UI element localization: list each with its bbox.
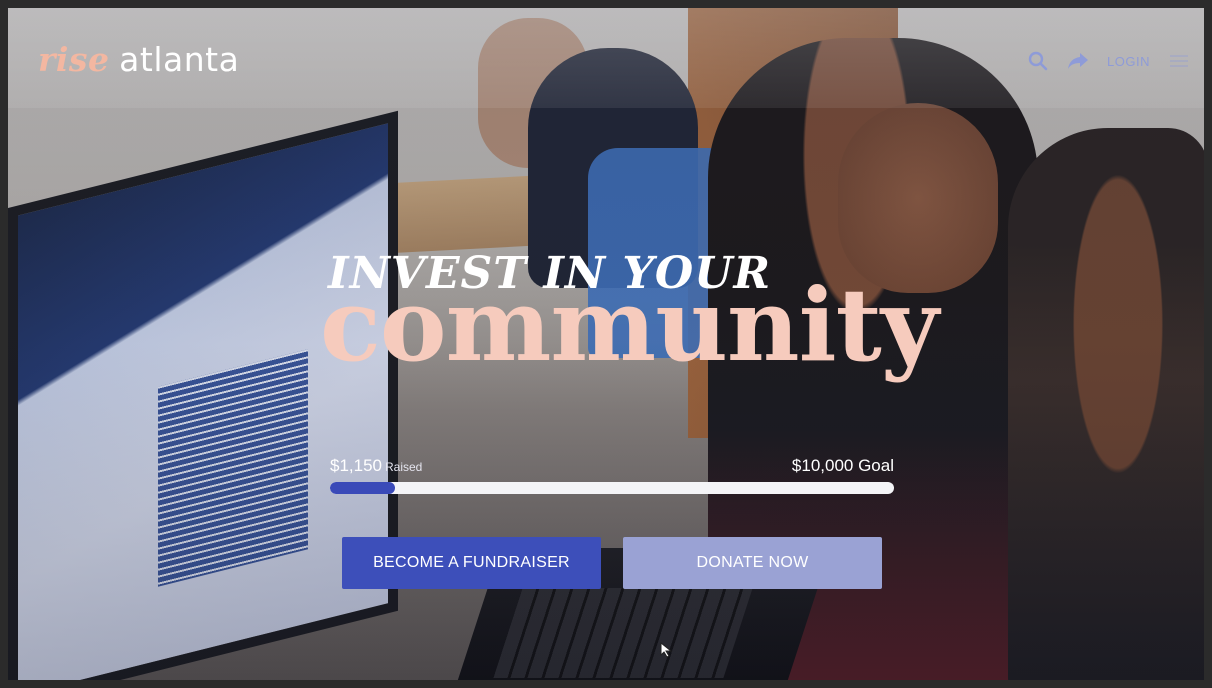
donate-now-button[interactable]: DONATE NOW	[623, 537, 882, 589]
site-logo[interactable]: rise atlanta	[38, 42, 239, 78]
fundraising-progress-bar	[330, 482, 894, 494]
search-icon[interactable]	[1027, 50, 1049, 72]
logo-atlanta: atlanta	[119, 40, 240, 79]
menu-icon[interactable]	[1168, 50, 1190, 72]
site-header: rise atlanta LOGIN	[8, 8, 1204, 108]
raised-amount-text: $1,150 Raised	[330, 456, 422, 476]
become-fundraiser-button[interactable]: BECOME A FUNDRAISER	[342, 537, 601, 589]
logo-rise: rise	[38, 40, 110, 79]
raised-amount: $1,150	[330, 456, 382, 475]
share-icon[interactable]	[1067, 50, 1089, 72]
login-link[interactable]: LOGIN	[1107, 54, 1150, 69]
goal-text: $10,000 Goal	[791, 456, 894, 475]
hero-heading-line2: community	[320, 266, 939, 384]
raised-label: Raised	[385, 460, 423, 474]
header-nav: LOGIN	[1027, 50, 1190, 72]
page-frame: rise atlanta LOGIN INVEST IN YOUR commun…	[8, 8, 1204, 680]
progress-fill	[330, 482, 395, 494]
mouse-cursor-icon	[660, 642, 673, 658]
